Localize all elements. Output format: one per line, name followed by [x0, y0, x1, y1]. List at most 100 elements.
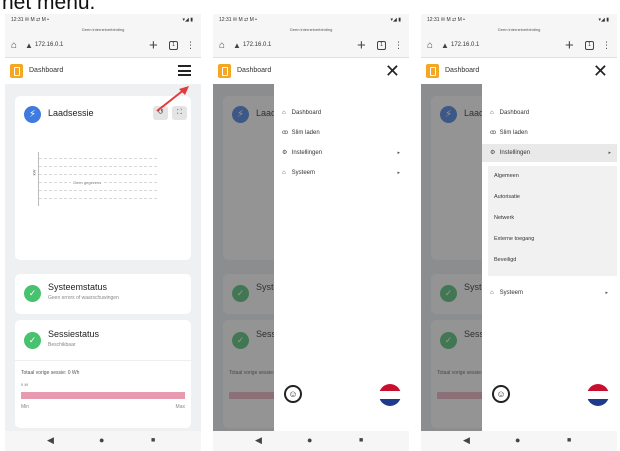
- network-notice: Geen internetverbinding: [421, 26, 617, 34]
- tabs-count-button[interactable]: 1: [169, 41, 178, 50]
- chevron-right-icon: ▸: [605, 290, 608, 296]
- app-title: Dashboard: [29, 67, 64, 74]
- submenu-item-algemeen[interactable]: Algemeen: [494, 173, 519, 179]
- menu-item-slim-laden[interactable]: ꝏ Slim laden: [490, 124, 614, 142]
- menu-item-instellingen[interactable]: ⚙ Instellingen ▸: [482, 144, 617, 162]
- status-bar: 12:31 ✉ M ⇄ M • ▾◢ ▮: [421, 14, 617, 26]
- android-nav-bar: ◀ ● ■: [5, 431, 201, 451]
- status-time: 12:31 ✉ M ⇄ M •: [11, 17, 49, 23]
- home-icon: ⌂: [282, 170, 286, 176]
- new-tab-button[interactable]: +: [357, 37, 366, 54]
- sessiestatus-subtitle: Beschikbaar: [48, 342, 76, 348]
- browser-url-bar: ⌂ ▲ 172.16.0.1 + 1 ⋮: [421, 34, 617, 58]
- min-label: Min: [21, 404, 30, 410]
- home-icon[interactable]: ⌂: [427, 40, 433, 51]
- browser-url-bar: ⌂ ▲ 172.16.0.1 + 1 ⋮: [213, 34, 409, 58]
- nav-drawer: ⌂ Dashboard ꝏ Slim laden ⚙ Instellingen ▸…: [482, 84, 617, 431]
- signal-icon: ▾◢ ▮: [182, 17, 194, 23]
- dashboard-content: ⚡ Laadsessie ↺ ⛶ kW Geen gegevens ✓ Syst…: [5, 84, 201, 431]
- menu-item-dashboard[interactable]: ⌂ Dashboard: [282, 104, 406, 122]
- submenu-item-netwerk[interactable]: Netwerk: [494, 215, 514, 221]
- home-nav-icon[interactable]: ●: [99, 435, 104, 445]
- status-bar: 12:31 ✉ M ⇄ M • ▾◢ ▮: [5, 14, 201, 26]
- network-notice: Geen internetverbinding: [213, 26, 409, 34]
- app-bar: Dashboard: [5, 58, 201, 84]
- submenu-item-beveiligd[interactable]: Beveiligd: [494, 257, 516, 263]
- new-tab-button[interactable]: +: [149, 37, 158, 54]
- android-nav-bar: ◀ ● ■: [421, 431, 617, 451]
- systeemstatus-subtitle: Geen errors of waarschuwingen: [48, 295, 119, 301]
- instellingen-submenu: Algemeen Autorisatie Netwerk Externe toe…: [488, 166, 617, 276]
- recents-icon[interactable]: ■: [359, 437, 363, 444]
- recents-icon[interactable]: ■: [151, 437, 155, 444]
- back-icon[interactable]: ◀: [255, 435, 262, 446]
- gridline: [39, 198, 157, 199]
- gridline: [39, 174, 157, 175]
- logo-icon: [218, 64, 231, 78]
- menu-item-systeem[interactable]: ⌂ Systeem ▸: [490, 284, 614, 302]
- recents-icon[interactable]: ■: [567, 437, 571, 444]
- android-nav-bar: ◀ ● ■: [213, 431, 409, 451]
- gear-icon: ⚙: [490, 150, 496, 156]
- home-nav-icon[interactable]: ●: [515, 435, 520, 445]
- back-icon[interactable]: ◀: [47, 435, 54, 446]
- warning-icon[interactable]: ▲: [441, 41, 449, 50]
- menu-item-slim-laden[interactable]: ꝏ Slim laden: [282, 124, 406, 142]
- browser-menu-icon[interactable]: ⋮: [394, 40, 403, 51]
- menu-item-systeem[interactable]: ⌂ Systeem ▸: [282, 164, 406, 182]
- new-tab-button[interactable]: +: [565, 37, 574, 54]
- logo-icon: [10, 64, 23, 78]
- tabs-count-button[interactable]: 1: [585, 41, 594, 50]
- dutch-flag-icon[interactable]: [587, 384, 609, 406]
- browser-menu-icon[interactable]: ⋮: [186, 40, 195, 51]
- browser-menu-icon[interactable]: ⋮: [602, 40, 611, 51]
- close-icon[interactable]: ✕: [385, 61, 400, 82]
- home-icon: ⌂: [490, 110, 494, 116]
- home-icon: ⌂: [282, 110, 286, 116]
- laadsessie-chart: kW Geen gegevens: [31, 152, 161, 212]
- status-time: 12:31 ✉ M ⇄ M •: [219, 17, 257, 23]
- tabs-count-button[interactable]: 1: [377, 41, 386, 50]
- caption-text: het menu.: [2, 0, 96, 14]
- max-label: Max: [175, 404, 185, 410]
- back-icon[interactable]: ◀: [463, 435, 470, 446]
- chevron-right-icon: ▸: [608, 150, 611, 156]
- gear-icon: ⚙: [282, 150, 288, 156]
- check-icon: ✓: [24, 332, 41, 349]
- warning-icon[interactable]: ▲: [25, 41, 33, 50]
- logo-icon: [426, 64, 439, 78]
- menu-item-dashboard[interactable]: ⌂ Dashboard: [490, 104, 614, 122]
- screenshot-menu-open: 12:31 ✉ M ⇄ M • ▾◢ ▮ Geen internetverbin…: [213, 14, 409, 451]
- app-bar: Dashboard ✕: [213, 58, 409, 84]
- status-bar: 12:31 ✉ M ⇄ M • ▾◢ ▮: [213, 14, 409, 26]
- power-progress-fill: [21, 392, 185, 399]
- power-progress-bar: [21, 392, 185, 399]
- annotation-arrow: [156, 86, 189, 112]
- app-bar: Dashboard ✕: [421, 58, 617, 84]
- home-icon[interactable]: ⌂: [219, 40, 225, 51]
- systeemstatus-title: Systeemstatus: [48, 282, 108, 292]
- hamburger-menu-icon[interactable]: [178, 65, 191, 76]
- check-icon: ✓: [24, 285, 41, 302]
- submenu-item-autorisatie[interactable]: Autorisatie: [494, 194, 520, 200]
- dutch-flag-icon[interactable]: [379, 384, 401, 406]
- bolt-icon: ⚡: [24, 106, 41, 123]
- url-text[interactable]: 172.16.0.1: [35, 42, 63, 48]
- signal-icon: ▾◢ ▮: [390, 17, 402, 23]
- infinity-icon: ꝏ: [282, 130, 289, 136]
- warning-icon[interactable]: ▲: [233, 41, 241, 50]
- close-icon[interactable]: ✕: [593, 61, 608, 82]
- home-icon[interactable]: ⌂: [11, 40, 17, 51]
- screenshot-submenu-open: 12:31 ✉ M ⇄ M • ▾◢ ▮ Geen internetverbin…: [421, 14, 617, 451]
- user-icon[interactable]: ☺: [492, 385, 510, 403]
- menu-item-instellingen[interactable]: ⚙ Instellingen ▸: [282, 144, 406, 162]
- systeemstatus-card: ✓ Systeemstatus Geen errors of waarschuw…: [15, 274, 191, 314]
- url-text[interactable]: 172.16.0.1: [243, 42, 271, 48]
- user-icon[interactable]: ☺: [284, 385, 302, 403]
- home-nav-icon[interactable]: ●: [307, 435, 312, 445]
- submenu-item-externe-toegang[interactable]: Externe toegang: [494, 236, 534, 242]
- laadsessie-title: Laadsessie: [48, 108, 94, 118]
- status-time: 12:31 ✉ M ⇄ M •: [427, 17, 465, 23]
- signal-icon: ▾◢ ▮: [598, 17, 610, 23]
- url-text[interactable]: 172.16.0.1: [451, 42, 479, 48]
